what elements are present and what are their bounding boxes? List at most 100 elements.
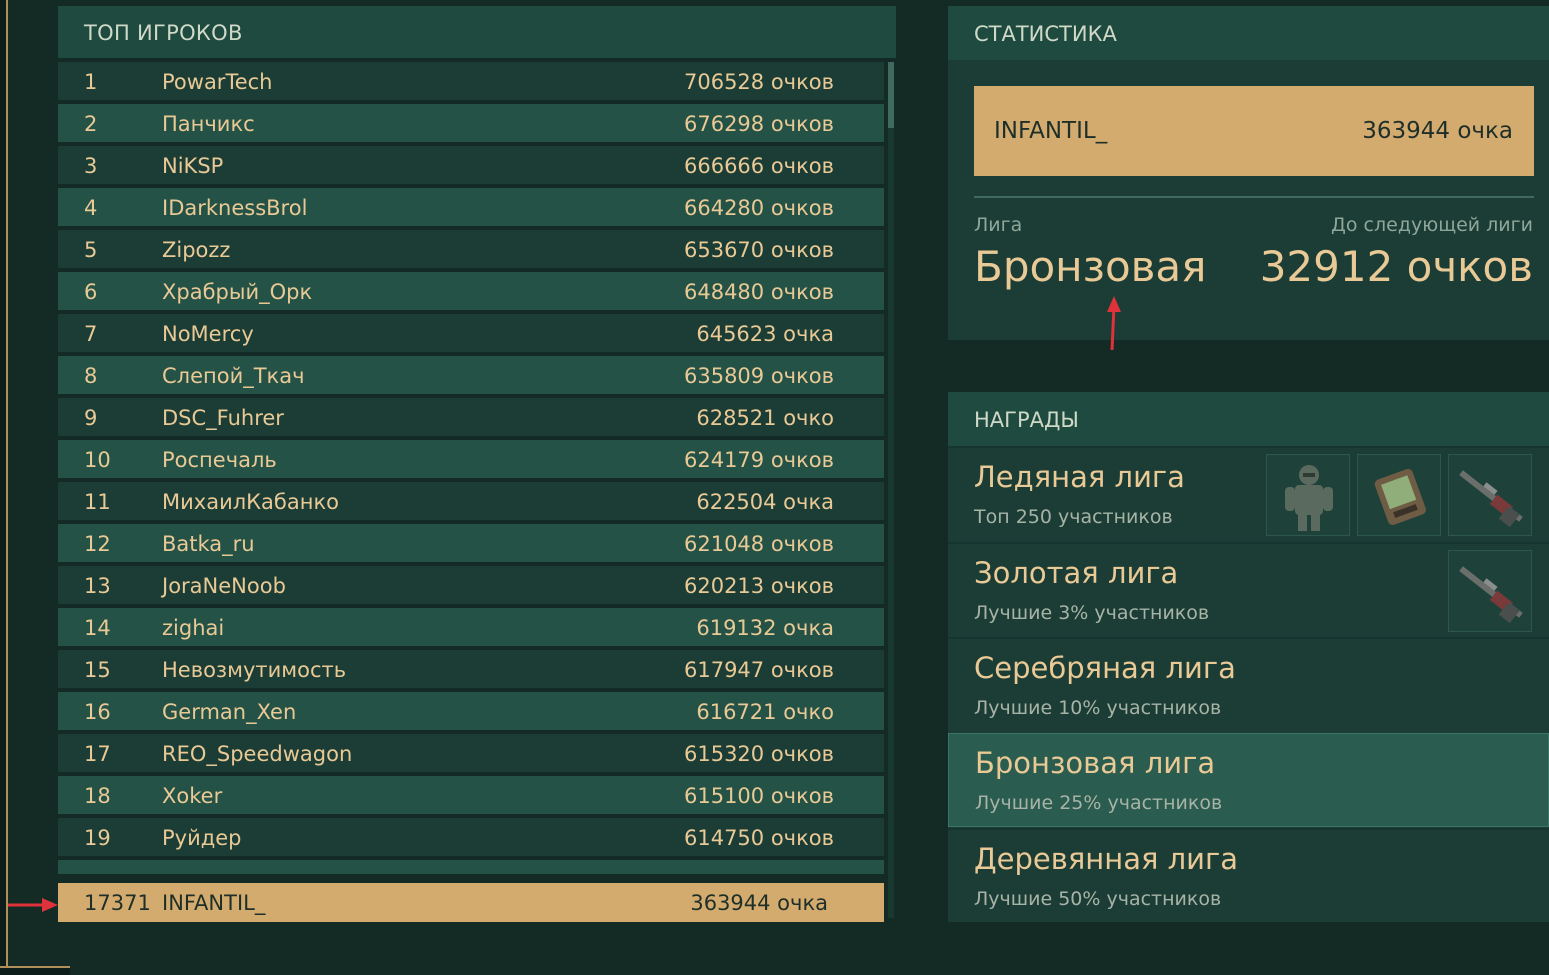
player-row[interactable]: 19 Руйдер 614750 очков	[58, 818, 884, 856]
player-name: IDarknessBrol	[162, 196, 308, 220]
player-rank: 8	[84, 364, 98, 388]
my-points: 363944 очка	[690, 891, 828, 915]
player-name: German_Xen	[162, 700, 297, 724]
player-row[interactable]: 12 Batka_ru 621048 очков	[58, 524, 884, 562]
window-frame-bottom	[0, 966, 70, 975]
player-name: Панчикс	[162, 112, 255, 136]
player-rank: 13	[84, 574, 111, 598]
window-frame-left	[0, 0, 8, 975]
reward-league-title: Золотая лига	[974, 555, 1179, 590]
player-rank: 1	[84, 70, 98, 94]
next-league-label: До следующей лиги	[1331, 214, 1533, 236]
reward-league-row[interactable]: Серебряная лига Лучшие 10% участников	[948, 637, 1549, 731]
player-row[interactable]: 15 Невозмутимость 617947 очков	[58, 650, 884, 688]
player-name: Batka_ru	[162, 532, 255, 556]
player-points: 621048 очков	[683, 532, 834, 556]
reward-league-subtitle: Лучшие 3% участников	[974, 601, 1210, 624]
player-row[interactable]: 1 PowarTech 706528 очков	[58, 62, 884, 100]
player-rank: 5	[84, 238, 98, 262]
player-row[interactable]: 14 zighai 619132 очка	[58, 608, 884, 646]
player-row[interactable]: 16 German_Xen 616721 очко	[58, 692, 884, 730]
player-row[interactable]: 5 Zipozz 653670 очков	[58, 230, 884, 268]
player-row[interactable]: 4 IDarknessBrol 664280 очков	[58, 188, 884, 226]
annotation-arrow-up-icon	[1107, 296, 1121, 351]
player-rank: 14	[84, 616, 111, 640]
annotation-arrow-right-icon	[8, 898, 58, 912]
player-points: 619132 очка	[696, 616, 834, 640]
player-name: Храбрый_Орк	[162, 280, 313, 304]
top-players-list[interactable]: 1 PowarTech 706528 очков 2 Панчикс 676298 очк…	[58, 62, 896, 874]
my-name: INFANTIL_	[162, 891, 266, 915]
player-card: INFANTIL_ 363944 очка	[974, 86, 1534, 176]
player-row[interactable]: 17 REO_Speedwagon 615320 очков	[58, 734, 884, 772]
player-rank: 12	[84, 532, 111, 556]
scrollbar-thumb[interactable]	[888, 62, 894, 128]
player-points: 628521 очко	[696, 406, 834, 430]
league-value: Бронзовая	[974, 242, 1207, 291]
rifle-icon[interactable]	[1448, 549, 1532, 632]
player-row[interactable]: 18 Xoker 615100 очков	[58, 776, 884, 814]
player-card-name: INFANTIL_	[994, 118, 1108, 144]
player-points: 614750 очков	[683, 826, 834, 850]
player-points: 648480 очков	[683, 280, 834, 304]
player-row[interactable]: 10 Роспечаль 624179 очков	[58, 440, 884, 478]
reward-league-title: Серебряная лига	[974, 651, 1236, 685]
player-points: 635809 очков	[683, 364, 834, 388]
player-row[interactable]: 13 JoraNeNoob 620213 очков	[58, 566, 884, 604]
reward-league-row[interactable]: Золотая лига Лучшие 3% участников	[948, 541, 1549, 636]
player-row[interactable]: 11 МихаилКабанко 622504 очка	[58, 482, 884, 520]
reward-league-row[interactable]: Ледяная лига Топ 250 участников	[948, 446, 1549, 540]
rewards-panel: НАГРАДЫ Ледяная лига Топ 250 участников Зо…	[948, 392, 1549, 922]
player-rank: 19	[84, 826, 111, 850]
player-card-points: 363944 очка	[1362, 118, 1513, 144]
player-row-partial[interactable]	[58, 860, 884, 874]
rewards-header: НАГРАДЫ	[948, 392, 1549, 446]
player-rank: 18	[84, 784, 111, 808]
player-points: 615100 очков	[683, 784, 834, 808]
player-points: 620213 очков	[683, 574, 834, 598]
my-rank-row[interactable]: 17371 INFANTIL_ 363944 очка	[58, 883, 884, 922]
player-name: МихаилКабанко	[162, 490, 339, 514]
reward-league-subtitle: Лучшие 50% участников	[974, 888, 1222, 910]
player-rank: 7	[84, 322, 98, 346]
player-name: Роспечаль	[162, 448, 277, 472]
player-row[interactable]: 9 DSC_Fuhrer 628521 очко	[58, 398, 884, 436]
scrollbar[interactable]	[888, 62, 894, 918]
player-row[interactable]: 3 NiKSP 666666 очков	[58, 146, 884, 184]
device-icon[interactable]	[1357, 454, 1441, 536]
rifle-icon[interactable]	[1448, 454, 1532, 536]
player-points: 653670 очков	[683, 238, 834, 262]
player-points: 622504 очка	[696, 490, 834, 514]
reward-league-subtitle: Лучшие 25% участников	[975, 791, 1223, 814]
reward-league-row[interactable]: Бронзовая лига Лучшие 25% участников	[948, 732, 1549, 827]
top-players-panel: ТОП ИГРОКОВ 1 PowarTech 706528 очков 2 Панчи…	[58, 6, 896, 922]
player-rank: 10	[84, 448, 111, 472]
player-rank: 3	[84, 154, 98, 178]
armor-icon[interactable]	[1266, 454, 1350, 536]
player-row[interactable]: 7 NoMercy 645623 очка	[58, 314, 884, 352]
player-name: Zipozz	[162, 238, 231, 262]
player-points: 624179 очков	[683, 448, 834, 472]
reward-league-row[interactable]: Деревянная лига Лучшие 50% участников	[948, 828, 1549, 922]
player-row[interactable]: 8 Слепой_Ткач 635809 очков	[58, 356, 884, 394]
player-name: PowarTech	[162, 70, 273, 94]
player-rank: 16	[84, 700, 111, 724]
league-label: Лига	[974, 214, 1023, 236]
player-points: 616721 очко	[696, 700, 834, 724]
player-row[interactable]: 2 Панчикс 676298 очков	[58, 104, 884, 142]
reward-league-title: Ледяная лига	[974, 460, 1185, 494]
player-name: zighai	[162, 616, 225, 640]
player-name: NiKSP	[162, 154, 224, 178]
player-rank: 4	[84, 196, 98, 220]
player-rank: 9	[84, 406, 98, 430]
player-rank: 17	[84, 742, 111, 766]
player-row[interactable]: 6 Храбрый_Орк 648480 очков	[58, 272, 884, 310]
player-rank: 2	[84, 112, 98, 136]
my-rank: 17371	[84, 891, 151, 915]
player-points: 664280 очков	[683, 196, 834, 220]
player-name: Слепой_Ткач	[162, 364, 305, 388]
top-players-header: ТОП ИГРОКОВ	[58, 6, 896, 58]
statistics-header: СТАТИСТИКА	[948, 6, 1549, 60]
player-name: DSC_Fuhrer	[162, 406, 284, 430]
player-rank: 15	[84, 658, 111, 682]
